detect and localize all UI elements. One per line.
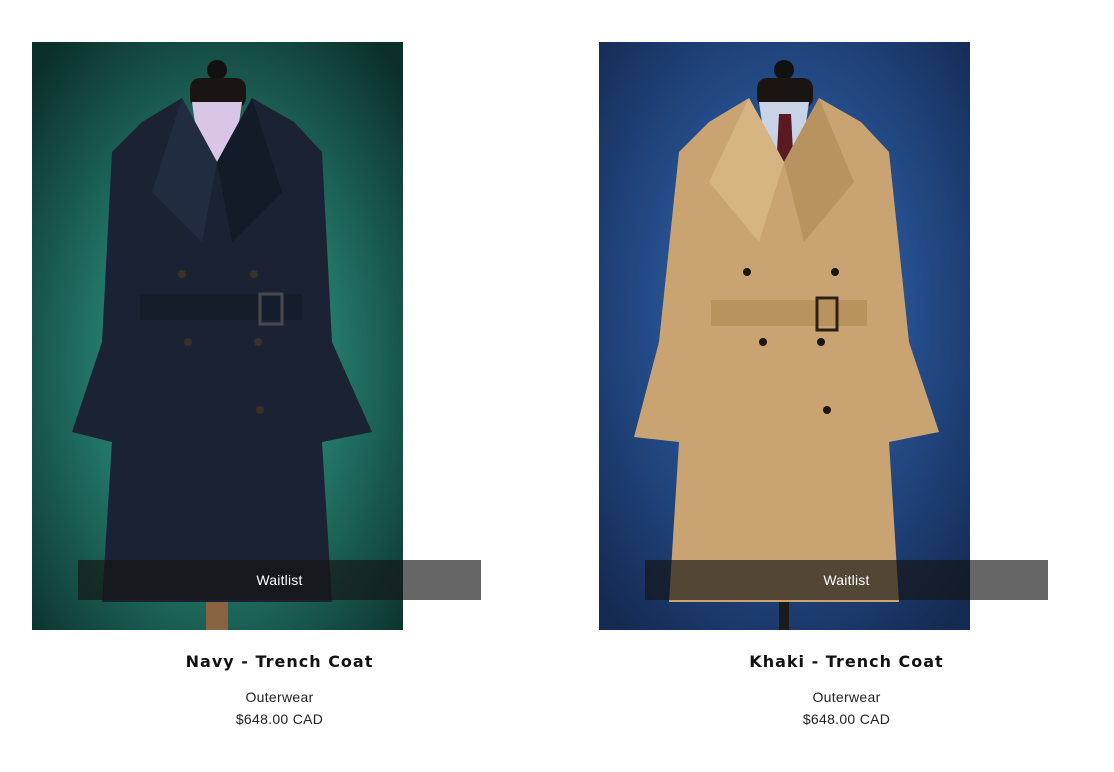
waitlist-label: Waitlist: [256, 572, 303, 588]
product-title[interactable]: Navy - Trench Coat: [32, 652, 527, 671]
waitlist-label: Waitlist: [823, 572, 870, 588]
product-category: Outerwear: [245, 689, 314, 705]
product-category: Outerwear: [812, 689, 881, 705]
product-image[interactable]: Waitlist: [599, 42, 1048, 630]
product-card[interactable]: Waitlist Navy - Trench Coat Outerwear $6…: [32, 42, 481, 727]
product-image[interactable]: Waitlist: [32, 42, 481, 630]
waitlist-button[interactable]: Waitlist: [645, 560, 1048, 600]
product-price: $648.00 CAD: [235, 711, 324, 727]
waitlist-button[interactable]: Waitlist: [78, 560, 481, 600]
product-card[interactable]: Waitlist Khaki - Trench Coat Outerwear $…: [599, 42, 1048, 727]
product-price: $648.00 CAD: [802, 711, 891, 727]
product-info: Navy - Trench Coat Outerwear $648.00 CAD: [32, 652, 527, 727]
product-title[interactable]: Khaki - Trench Coat: [599, 652, 1094, 671]
navy-trench-coat-image: [32, 42, 403, 630]
khaki-trench-coat-image: [599, 42, 970, 630]
product-info: Khaki - Trench Coat Outerwear $648.00 CA…: [599, 652, 1094, 727]
